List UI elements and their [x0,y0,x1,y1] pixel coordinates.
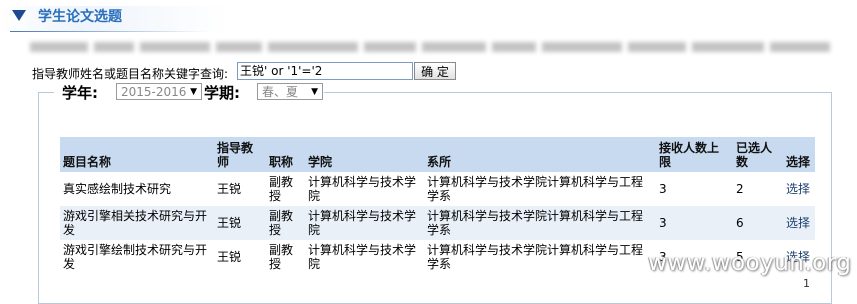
cell-capacity: 3 [656,172,733,206]
cell-advisor: 王锐 [214,240,266,274]
cell-title: 游戏引擎相关技术研究与开发 [60,206,214,240]
blurred-info-row [30,40,830,54]
term-select-value: 春、夏 [262,85,299,99]
term-select[interactable]: 春、夏 ▼ [257,83,323,100]
cell-capacity: 3 [656,206,733,240]
column-header-advisor: 指导教师 [214,137,266,172]
search-label: 指导教师姓名或题目名称关键字查询: [32,67,229,81]
cell-select: 选择 [783,206,815,240]
cell-college: 计算机科学与技术学院 [305,206,424,240]
cell-advisor: 王锐 [214,206,266,240]
cell-department: 计算机科学与技术学院计算机科学与工程学系 [424,240,656,274]
search-submit-button[interactable]: 确 定 [414,62,456,80]
column-header-select: 选择 [783,137,815,172]
column-header-capacity: 接收人数上限 [656,137,733,172]
title-underline [10,31,210,32]
dropdown-arrow-icon: ▼ [190,87,197,97]
triangle-down-icon [12,10,26,21]
cell-college: 计算机科学与技术学院 [305,172,424,206]
cell-selected-count: 6 [733,206,783,240]
column-header-rank: 职称 [266,137,305,172]
year-label: 学年: [62,84,98,102]
pagination-page-number[interactable]: 1 [803,277,810,290]
cell-title: 游戏引擎绘制技术研究与开发 [60,240,214,274]
table-row: 真实感绘制技术研究 王锐 副教授 计算机科学与技术学院 计算机科学与技术学院计算… [60,172,815,206]
table-header-row: 题目名称 指导教师 职称 学院 系所 接收人数上限 已选人数 选择 [60,137,815,172]
select-link[interactable]: 选择 [786,182,810,196]
page-title: 学生论文选题 [38,9,122,25]
table-row: 游戏引擎相关技术研究与开发 王锐 副教授 计算机科学与技术学院 计算机科学与技术… [60,206,815,240]
watermark: www.wooyun.org [648,250,852,276]
cell-select: 选择 [783,172,815,206]
column-header-department: 系所 [424,137,656,172]
year-select-value: 2015-2016 [121,85,187,99]
column-header-selected-count: 已选人数 [733,137,783,172]
cell-rank: 副教授 [266,172,305,206]
dropdown-arrow-icon: ▼ [311,87,318,97]
year-select[interactable]: 2015-2016 ▼ [116,83,202,100]
term-label: 学期: [204,84,240,102]
cell-title: 真实感绘制技术研究 [60,172,214,206]
column-header-title: 题目名称 [60,137,214,172]
cell-department: 计算机科学与技术学院计算机科学与工程学系 [424,172,656,206]
search-input[interactable] [237,62,413,80]
select-link[interactable]: 选择 [786,216,810,230]
cell-advisor: 王锐 [214,172,266,206]
cell-selected-count: 2 [733,172,783,206]
column-header-college: 学院 [305,137,424,172]
cell-department: 计算机科学与技术学院计算机科学与工程学系 [424,206,656,240]
cell-college: 计算机科学与技术学院 [305,240,424,274]
cell-rank: 副教授 [266,206,305,240]
cell-rank: 副教授 [266,240,305,274]
